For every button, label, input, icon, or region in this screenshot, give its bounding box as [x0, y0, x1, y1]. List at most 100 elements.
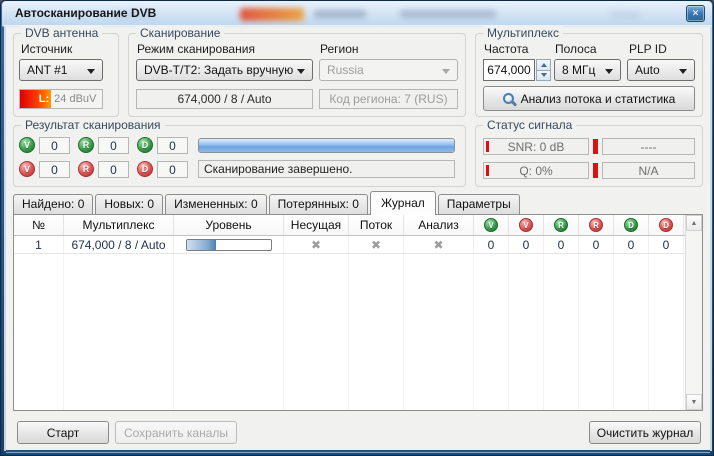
radio-found-icon: R [554, 218, 568, 232]
stepper-up-button[interactable] [536, 59, 551, 71]
empty-cell [64, 326, 174, 344]
empty-cell [649, 290, 684, 308]
scroll-up-button[interactable]: ▲ [686, 215, 702, 231]
signal-level-meter: L: 24 dBuV [19, 89, 103, 109]
empty-cell [579, 326, 614, 344]
empty-cell [64, 272, 174, 290]
empty-cell [64, 290, 174, 308]
col-header-analysis: Анализ [404, 215, 474, 235]
titlebar[interactable]: Автосканирование DVB ✕ [2, 1, 712, 27]
empty-cell [64, 380, 174, 398]
video-found-count: 0 [39, 137, 70, 154]
empty-cell [404, 344, 474, 362]
empty-cell [579, 362, 614, 380]
scroll-down-button[interactable]: ▼ [686, 394, 702, 410]
frequency-stepper [536, 59, 551, 81]
tab-changed[interactable]: Измененных: 0 [165, 194, 267, 214]
empty-cell [14, 290, 64, 308]
close-button[interactable]: ✕ [686, 5, 705, 22]
empty-cell [544, 362, 579, 380]
empty-cell [649, 254, 684, 272]
empty-cell [349, 308, 404, 326]
quality-field: Q: 0% [483, 162, 589, 179]
tab-new[interactable]: Новых: 0 [95, 194, 163, 214]
radio-lost-count: 0 [98, 161, 129, 178]
table-empty-row [14, 308, 685, 326]
empty-cell [614, 398, 649, 410]
table-empty-row [14, 254, 685, 272]
empty-cell [649, 344, 684, 362]
tab-parameters[interactable]: Параметры [438, 194, 520, 214]
empty-cell [404, 362, 474, 380]
empty-cell [544, 398, 579, 410]
table-empty-row [14, 362, 685, 380]
empty-cell [614, 254, 649, 272]
quality-extra-field: N/A [602, 162, 695, 179]
radio-lost-icon: R [589, 218, 603, 232]
empty-cell [284, 326, 349, 344]
empty-cell [614, 272, 649, 290]
empty-cell [614, 290, 649, 308]
row-count: 0 [579, 236, 614, 253]
col-header-video-lost: V [509, 215, 544, 235]
empty-cell [474, 290, 509, 308]
frequency-input[interactable]: 674,000 [483, 59, 535, 81]
video-found-icon: V [484, 218, 498, 232]
empty-cell [614, 362, 649, 380]
empty-cell [349, 380, 404, 398]
tab-journal[interactable]: Журнал [370, 191, 436, 215]
empty-cell [404, 308, 474, 326]
level-prefix: L: [39, 93, 49, 105]
bandwidth-value: 8 МГц [562, 63, 595, 77]
result-tabs: Найдено: 0 Новых: 0 Измененных: 0 Потеря… [13, 191, 520, 214]
empty-cell [649, 398, 684, 410]
vertical-scrollbar[interactable]: ▲ ▼ [685, 215, 702, 410]
plp-id-value: Auto [635, 63, 660, 77]
titlebar-ghost [314, 10, 366, 18]
table-empty-row [14, 290, 685, 308]
titlebar-ghost [400, 10, 496, 18]
empty-cell [349, 398, 404, 410]
titlebar-ghost [240, 8, 304, 21]
cross-mark-icon: ✖ [311, 238, 321, 252]
analyze-stream-button[interactable]: Анализ потока и статистика [483, 86, 695, 111]
empty-cell [544, 308, 579, 326]
empty-cell [649, 362, 684, 380]
empty-cell [284, 362, 349, 380]
empty-cell [614, 380, 649, 398]
empty-cell [544, 344, 579, 362]
empty-cell [579, 344, 614, 362]
scan-progress-bar [198, 138, 455, 153]
empty-cell [509, 290, 544, 308]
empty-cell [174, 380, 284, 398]
plp-id-label: PLP ID [629, 42, 667, 56]
quality-level-mark [486, 165, 489, 176]
empty-cell [64, 362, 174, 380]
table-row[interactable]: 1 674,000 / 8 / Auto ✖ ✖ ✖ 0 0 0 0 0 0 [14, 236, 685, 254]
tab-lost[interactable]: Потерянных: 0 [269, 194, 368, 214]
empty-cell [509, 272, 544, 290]
empty-cell [349, 344, 404, 362]
plp-id-dropdown[interactable]: Auto [627, 59, 695, 81]
scroll-down-icon: ▼ [691, 399, 698, 406]
col-header-radio-found: R [544, 215, 579, 235]
clear-journal-button[interactable]: Очистить журнал [589, 421, 701, 444]
save-channels-button: Сохранить каналы [115, 421, 237, 444]
video-lost-icon: V [19, 161, 35, 177]
tab-found[interactable]: Найдено: 0 [13, 194, 93, 214]
empty-cell [284, 398, 349, 410]
start-button[interactable]: Старт [17, 421, 109, 444]
empty-cell [14, 326, 64, 344]
bandwidth-dropdown[interactable]: 8 МГц [554, 59, 621, 81]
stepper-down-button[interactable] [536, 71, 551, 82]
scan-mode-dropdown[interactable]: DVB-T/T2: Задать вручную [136, 59, 313, 81]
empty-cell [474, 326, 509, 344]
empty-cell [284, 272, 349, 290]
chevron-down-icon [679, 69, 687, 74]
data-found-icon: D [137, 137, 153, 153]
data-found-icon: D [624, 218, 638, 232]
data-lost-icon: D [659, 218, 673, 232]
antenna-source-dropdown[interactable]: ANT #1 [19, 59, 103, 81]
region-label: Регион [320, 42, 359, 56]
frequency-label: Частота [484, 42, 528, 56]
